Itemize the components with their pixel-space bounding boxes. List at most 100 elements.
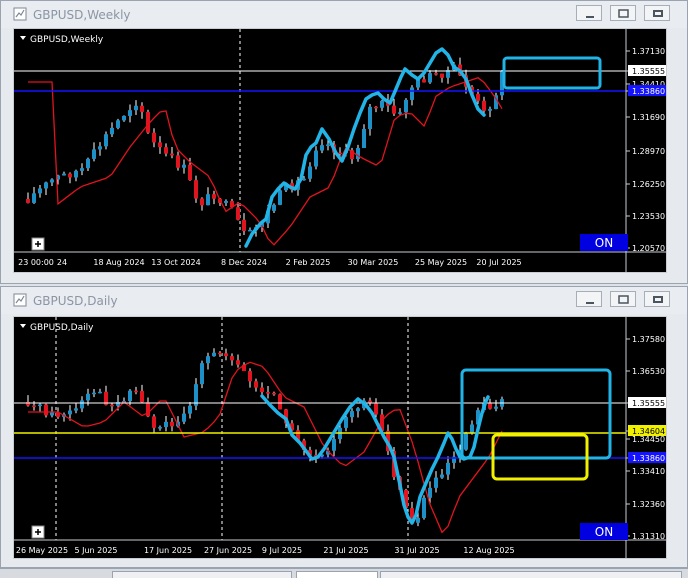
bear-candle	[152, 416, 156, 428]
restore-icon	[618, 295, 629, 304]
price-axis-label: 1.32360	[632, 500, 665, 509]
moving-average-line	[28, 361, 503, 534]
bull-candle	[206, 356, 210, 364]
close-button[interactable]	[644, 291, 670, 307]
minimize-icon	[586, 16, 594, 18]
bull-candle	[32, 193, 36, 203]
bull-candle	[128, 390, 132, 402]
weekly-chart-canvas[interactable]: GBPUSD,Weekly 1.37130 1.35555 1.34410 1.338…	[13, 28, 667, 273]
bull-candle	[200, 363, 204, 385]
bull-candle	[350, 411, 354, 418]
price-axis-label: 1.23530	[632, 212, 665, 221]
bull-candle	[434, 477, 438, 488]
candles-layer	[26, 57, 504, 237]
bull-candle	[206, 194, 210, 206]
bull-candle	[308, 166, 312, 179]
price-level-label: 1.35555	[632, 399, 665, 408]
daily-chart-window[interactable]: GBPUSD,Daily GBPUSD,Daily 1.37580 1.36530…	[0, 286, 688, 568]
minimize-button[interactable]	[576, 5, 602, 21]
chart-symbol-label: GBPUSD,Daily	[30, 323, 94, 333]
time-axis-label: 30 Mar 2025	[348, 258, 399, 267]
bear-candle	[422, 79, 426, 83]
close-icon	[653, 10, 663, 17]
bull-candle	[248, 229, 252, 232]
bull-candle	[92, 392, 96, 395]
bear-candle	[170, 421, 174, 427]
price-axis-label: 1.37130	[632, 47, 665, 56]
bear-candle	[230, 356, 234, 361]
bear-candle	[236, 360, 240, 365]
bull-candle	[86, 393, 90, 401]
time-axis-label: 9 Jul 2025	[262, 546, 302, 555]
chart-menu-arrow-icon[interactable]	[20, 324, 26, 328]
time-axis-label: 31 Jul 2025	[394, 546, 439, 555]
time-axis-label: 24	[57, 258, 67, 267]
bull-candle	[98, 391, 102, 394]
restore-button[interactable]	[610, 5, 636, 21]
price-axis-label: 1.26250	[632, 180, 665, 189]
time-axis-label: 25 May 2025	[415, 258, 467, 267]
weekly-price-chart[interactable]: GBPUSD,Weekly 1.371301.355551.344101.338…	[14, 29, 666, 272]
bull-candle	[380, 100, 384, 108]
bull-candle	[464, 433, 468, 450]
bull-candle	[212, 352, 216, 357]
bull-candle	[188, 405, 192, 414]
daily-chart-canvas[interactable]: GBPUSD,Daily 1.37580 1.36530 1.35555 1.3460…	[13, 316, 667, 559]
bull-candle	[98, 146, 102, 150]
bear-candle	[32, 405, 36, 407]
on-button-label: ON	[595, 236, 613, 250]
bear-candle	[152, 132, 156, 143]
bull-candle	[362, 128, 366, 148]
bull-candle	[314, 150, 318, 167]
window-titlebar[interactable]: GBPUSD,Weekly	[1, 1, 687, 28]
price-level-label: 1.33860	[632, 454, 665, 463]
bull-candle	[368, 106, 372, 129]
bear-candle	[26, 199, 30, 203]
chart-menu-arrow-icon[interactable]	[20, 36, 26, 40]
restore-button[interactable]	[610, 291, 636, 307]
bull-candle	[110, 127, 114, 135]
bear-candle	[170, 153, 174, 156]
close-button[interactable]	[644, 5, 670, 21]
bull-candle	[332, 439, 336, 451]
time-axis-label: 21 Jul 2025	[323, 546, 368, 555]
daily-price-chart[interactable]: GBPUSD,Daily 1.375801.365301.355551.3460…	[14, 317, 666, 558]
bull-candle	[80, 400, 84, 409]
window-titlebar[interactable]: GBPUSD,Daily	[1, 287, 687, 314]
time-axis-label: 12 Aug 2025	[463, 546, 514, 555]
chart-symbol-label: GBPUSD,Weekly	[30, 35, 104, 45]
bear-candle	[260, 387, 264, 393]
time-axis-label: 2 Feb 2025	[286, 258, 331, 267]
bull-candle	[104, 134, 108, 147]
bear-candle	[266, 392, 270, 394]
price-axis-label: 1.37580	[632, 335, 665, 344]
bull-candle	[320, 145, 324, 151]
bull-candle	[356, 408, 360, 412]
price-axis-label: 1.28970	[632, 147, 665, 156]
price-axis-label: 1.31310	[632, 532, 665, 541]
bull-candle	[344, 417, 348, 428]
weekly-chart-window[interactable]: GBPUSD,Weekly GBPUSD,Weekly 1.37130 1.355…	[0, 0, 688, 284]
bull-candle	[62, 173, 66, 176]
chart-window-icon	[13, 293, 27, 307]
bear-candle	[212, 194, 216, 199]
cyan-target-rectangle[interactable]	[502, 56, 602, 90]
bear-candle	[110, 404, 114, 407]
bull-candle	[182, 413, 186, 422]
bear-candle	[476, 93, 480, 101]
bull-candle	[86, 158, 90, 169]
bear-candle	[272, 392, 276, 395]
bear-candle	[44, 404, 48, 416]
bull-candle	[470, 424, 474, 434]
time-axis-label: 20 Jul 2025	[476, 258, 521, 267]
bear-candle	[68, 173, 72, 178]
bull-candle	[116, 120, 120, 128]
bear-candle	[374, 106, 378, 109]
bull-candle	[74, 170, 78, 178]
bear-candle	[140, 105, 144, 112]
minimize-button[interactable]	[576, 291, 602, 307]
time-axis-label: 13 Oct 2024	[151, 258, 200, 267]
price-axis-label: 1.33410	[632, 467, 665, 476]
time-axis-label: 18 Aug 2024	[93, 258, 144, 267]
bull-candle	[404, 99, 408, 113]
